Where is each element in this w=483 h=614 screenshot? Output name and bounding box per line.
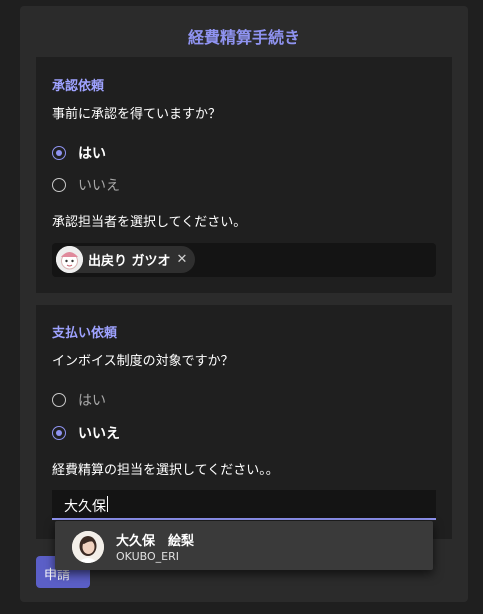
approver-people-picker[interactable]: 出戻り ガツオ ✕ [52, 243, 436, 277]
form-title: 経費精算手続き [187, 28, 300, 47]
payment-option-no-label: いいえ [78, 426, 120, 442]
suggestion-user-id: OKUBO_ERI [116, 550, 179, 563]
payment-section: 支払い依頼 インボイス制度の対象ですか？ はい いいえ 経費精算の担当を選択して… [36, 305, 452, 539]
remove-approver-close-icon[interactable]: ✕ [177, 252, 188, 267]
approval-option-yes-label: はい [78, 146, 106, 162]
text-caret [107, 496, 108, 512]
approval-option-no-label: いいえ [78, 178, 120, 194]
radio-unchecked-icon[interactable] [52, 178, 66, 192]
approval-question: 事前に承認を得ていますか？ [52, 107, 222, 122]
approval-section: 承認依頼 事前に承認を得ていますか？ はい いいえ 承認担当者を選択してください… [36, 57, 452, 293]
radio-checked-icon[interactable] [52, 146, 66, 160]
approver-avatar [56, 246, 83, 273]
approver-label: 承認担当者を選択してください。 [52, 215, 247, 230]
radio-checked-icon[interactable] [52, 426, 66, 440]
people-suggestion-dropdown[interactable]: 大久保 絵梨 OKUBO_ERI [55, 521, 433, 570]
suggestion-name: 大久保 絵梨 [116, 534, 195, 549]
expense-form-card: 経費精算手続き 承認依頼 事前に承認を得ていますか？ はい いいえ 承認担当者を… [20, 6, 468, 602]
avatar-illustration-icon [56, 246, 83, 273]
approver-name: 出戻り ガツオ [88, 254, 171, 269]
payment-question: インボイス制度の対象ですか？ [52, 354, 234, 369]
approval-option-no[interactable]: いいえ [52, 175, 120, 195]
owner-search-value: 大久保 [64, 499, 106, 515]
owner-search-input[interactable]: 大久保 [52, 490, 436, 520]
payment-section-title: 支払い依頼 [52, 326, 118, 341]
approval-section-title: 承認依頼 [52, 79, 105, 94]
approval-option-yes[interactable]: はい [52, 143, 106, 163]
radio-unchecked-icon[interactable] [52, 393, 66, 407]
payment-option-yes-label: はい [78, 393, 106, 409]
approver-pill: 出戻り ガツオ ✕ [56, 246, 196, 273]
payment-option-yes[interactable]: はい [52, 390, 106, 410]
payment-option-no[interactable]: いいえ [52, 423, 120, 443]
suggestion-avatar [72, 531, 104, 563]
owner-label: 経費精算の担当を選択してください。。 [52, 463, 279, 478]
person-photo-icon [72, 531, 104, 563]
